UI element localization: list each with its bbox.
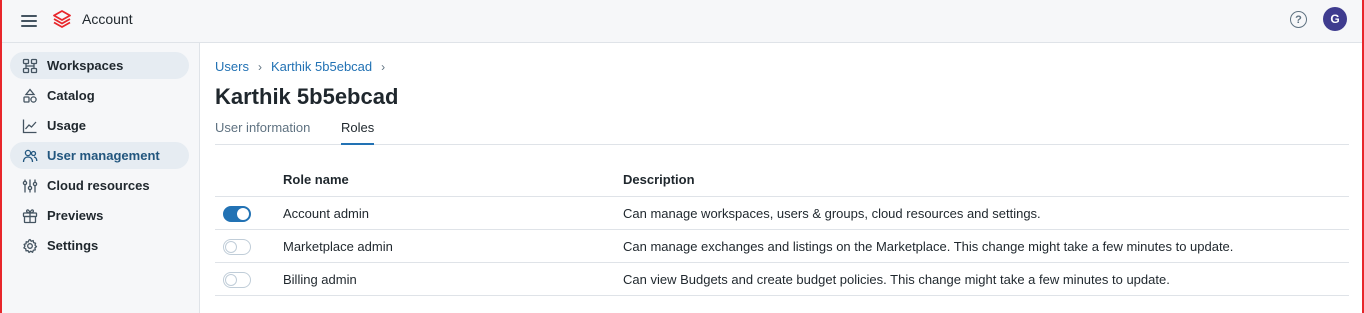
page-title: Karthik 5b5ebcad <box>215 84 399 109</box>
marketplace-admin-toggle[interactable] <box>223 239 251 255</box>
sidebar-item-label: User management <box>47 148 160 163</box>
table-row: Marketplace admin Can manage exchanges a… <box>215 230 1349 263</box>
billing-admin-toggle[interactable] <box>223 272 251 288</box>
table-header-row: Role name Description <box>215 166 1349 197</box>
tab-roles[interactable]: Roles <box>341 120 375 145</box>
cloud-resources-icon <box>22 179 38 192</box>
sidebar: Workspaces Catalog Usage User management… <box>0 43 200 313</box>
sidebar-item-user-management[interactable]: User management <box>10 142 189 169</box>
menu-icon[interactable] <box>20 12 38 30</box>
gift-icon <box>22 208 38 223</box>
sidebar-item-label: Catalog <box>47 88 95 103</box>
breadcrumb: Users › Karthik 5b5ebcad › <box>215 59 394 74</box>
databricks-logo-icon <box>53 10 71 28</box>
breadcrumb-user-link[interactable]: Karthik 5b5ebcad <box>271 59 372 74</box>
breadcrumb-separator: › <box>381 59 386 74</box>
sidebar-item-label: Usage <box>47 118 87 133</box>
role-name: Marketplace admin <box>283 239 393 254</box>
table-row: Billing admin Can view Budgets and creat… <box>215 263 1349 296</box>
top-bar: Account ? G <box>0 0 1364 43</box>
sidebar-item-label: Workspaces <box>47 58 124 73</box>
table-row: Account admin Can manage workspaces, use… <box>215 197 1349 230</box>
role-description: Can manage workspaces, users & groups, c… <box>623 206 1041 221</box>
user-management-icon <box>22 149 38 162</box>
column-header-description: Description <box>623 172 695 187</box>
role-description: Can view Budgets and create budget polic… <box>623 272 1170 287</box>
main-content: Users › Karthik 5b5ebcad › Karthik 5b5eb… <box>200 43 1364 313</box>
role-name: Billing admin <box>283 272 357 287</box>
sidebar-item-label: Settings <box>47 238 99 253</box>
sidebar-item-cloud-resources[interactable]: Cloud resources <box>10 172 189 199</box>
role-name: Account admin <box>283 206 369 221</box>
user-avatar[interactable]: G <box>1323 7 1347 31</box>
breadcrumb-separator: › <box>257 59 262 74</box>
roles-table: Role name Description Account admin Can … <box>215 166 1349 296</box>
tab-bar: User information Roles <box>215 120 1349 145</box>
app-title: Account <box>82 11 133 27</box>
sidebar-item-label: Previews <box>47 208 104 223</box>
usage-icon <box>22 119 37 133</box>
sidebar-item-settings[interactable]: Settings <box>10 232 189 259</box>
gear-icon <box>23 238 38 253</box>
column-header-role-name: Role name <box>283 172 349 187</box>
role-description: Can manage exchanges and listings on the… <box>623 239 1234 254</box>
tab-user-information[interactable]: User information <box>215 120 310 145</box>
breadcrumb-users-link[interactable]: Users <box>215 59 249 74</box>
account-admin-toggle[interactable] <box>223 206 251 222</box>
sidebar-item-label: Cloud resources <box>47 178 150 193</box>
sidebar-item-workspaces[interactable]: Workspaces <box>10 52 189 79</box>
sidebar-item-previews[interactable]: Previews <box>10 202 189 229</box>
sidebar-item-usage[interactable]: Usage <box>10 112 189 139</box>
catalog-icon <box>23 87 37 103</box>
workspaces-icon <box>22 58 38 73</box>
help-icon[interactable]: ? <box>1290 11 1307 28</box>
sidebar-item-catalog[interactable]: Catalog <box>10 82 189 109</box>
